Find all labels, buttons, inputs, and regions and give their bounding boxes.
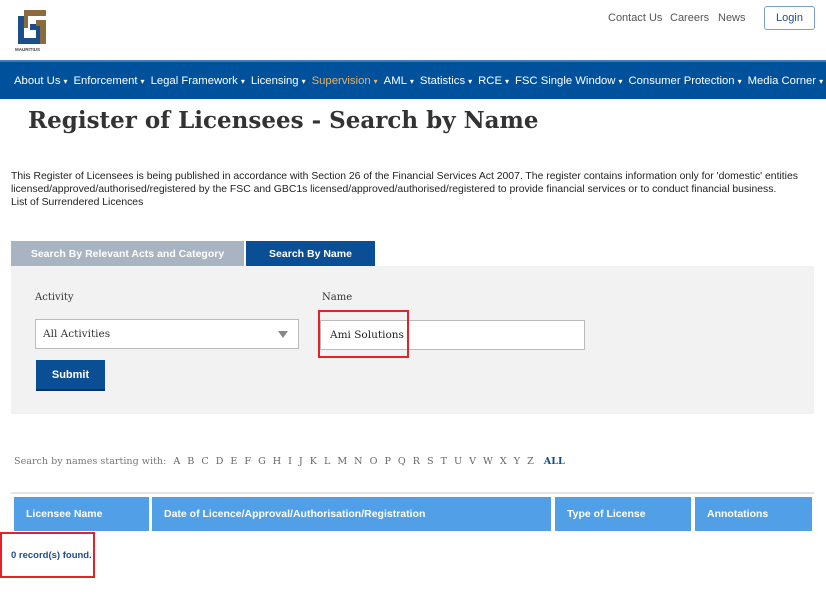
- letter-link[interactable]: M: [337, 456, 347, 467]
- letter-link[interactable]: T: [441, 456, 447, 467]
- tab-search-by-name[interactable]: Search By Name: [246, 241, 375, 267]
- intro-line: licensed/approved/authorised/registered …: [11, 184, 777, 195]
- letter-link[interactable]: W: [483, 456, 493, 467]
- letter-link[interactable]: Q: [398, 456, 406, 467]
- nav-label: Media Corner: [747, 74, 817, 87]
- nav-label: Licensing: [250, 74, 299, 87]
- fsc-logo[interactable]: MAURITIUS: [14, 6, 50, 52]
- letter-link[interactable]: Y: [514, 456, 520, 467]
- name-label: Name: [322, 292, 353, 303]
- letter-link[interactable]: P: [384, 456, 390, 467]
- nav-label: Supervision: [311, 74, 371, 87]
- nav-item-statistics[interactable]: Statistics ▾: [420, 75, 472, 87]
- divider: [11, 492, 814, 494]
- caret-down-icon: ▾: [504, 76, 509, 86]
- letter-link[interactable]: F: [244, 456, 251, 467]
- page-title: Register of Licensees - Search by Name: [28, 107, 539, 134]
- col-licensee-name[interactable]: Licensee Name: [14, 497, 149, 531]
- nav-item-rce[interactable]: RCE ▾: [478, 75, 509, 87]
- letter-link[interactable]: C: [201, 456, 208, 467]
- caret-down-icon: ▾: [240, 76, 245, 86]
- careers-link[interactable]: Careers: [670, 12, 709, 24]
- nav-item-legal-framework[interactable]: Legal Framework ▾: [151, 75, 245, 87]
- letter-link[interactable]: J: [299, 456, 303, 467]
- nav-label: Enforcement: [73, 74, 138, 87]
- activity-value: All Activities: [43, 328, 111, 340]
- caret-down-icon: ▾: [737, 76, 742, 86]
- caret-down-icon: ▾: [140, 76, 145, 86]
- letter-link[interactable]: K: [310, 456, 317, 467]
- letter-link[interactable]: R: [413, 456, 420, 467]
- letter-link[interactable]: Z: [527, 456, 534, 467]
- caret-down-icon: ▾: [63, 76, 68, 86]
- letter-link[interactable]: S: [427, 456, 434, 467]
- all-link[interactable]: ALL: [544, 456, 565, 467]
- letter-link[interactable]: O: [370, 456, 378, 467]
- nav-label: AML: [383, 74, 407, 87]
- letter-link[interactable]: A: [173, 456, 180, 467]
- letter-link[interactable]: H: [273, 456, 281, 467]
- login-button[interactable]: Login: [764, 6, 815, 30]
- alphabet-label: Search by names starting with:: [14, 456, 167, 467]
- nav-label: FSC Single Window: [515, 74, 616, 87]
- letter-link[interactable]: I: [288, 456, 292, 467]
- nav-label: Legal Framework: [150, 74, 238, 87]
- letter-link[interactable]: V: [469, 456, 476, 467]
- tab-search-by-acts[interactable]: Search By Relevant Acts and Category: [11, 241, 244, 267]
- surrendered-licences-link[interactable]: List of Surrendered Licences: [11, 196, 821, 209]
- caret-down-icon: ▾: [468, 76, 473, 86]
- letter-link[interactable]: X: [500, 456, 507, 467]
- caret-down-icon: ▾: [819, 76, 824, 86]
- svg-text:MAURITIUS: MAURITIUS: [15, 47, 40, 52]
- col-type[interactable]: Type of License: [555, 497, 691, 531]
- letter-link[interactable]: G: [258, 456, 266, 467]
- nav-label: Consumer Protection: [628, 74, 735, 87]
- letter-link[interactable]: D: [216, 456, 224, 467]
- highlight-box: [0, 532, 95, 578]
- nav-label: RCE: [478, 74, 502, 87]
- caret-down-icon: ▾: [301, 76, 306, 86]
- nav-label: Statistics: [419, 74, 466, 87]
- letter-link[interactable]: U: [454, 456, 462, 467]
- caret-down-icon: ▾: [373, 76, 378, 86]
- nav-item-media-corner[interactable]: Media Corner ▾: [748, 75, 823, 87]
- nav-item-aml[interactable]: AML ▾: [384, 75, 414, 87]
- nav-item-fsc-single-window[interactable]: FSC Single Window ▾: [515, 75, 622, 87]
- contact-us-link[interactable]: Contact Us: [608, 12, 662, 24]
- nav-item-supervision[interactable]: Supervision ▾: [312, 75, 378, 87]
- highlight-box: [318, 310, 409, 358]
- nav-label: About Us: [14, 74, 61, 87]
- nav-item-consumer-protection[interactable]: Consumer Protection ▾: [628, 75, 741, 87]
- activity-label: Activity: [35, 292, 74, 303]
- submit-button[interactable]: Submit: [36, 360, 105, 391]
- letter-link[interactable]: B: [187, 456, 194, 467]
- letter-link[interactable]: N: [354, 456, 362, 467]
- alphabet-filter: Search by names starting with: ABCDEFGHI…: [14, 456, 565, 467]
- caret-down-icon: ▾: [409, 76, 414, 86]
- intro-text: This Register of Licensees is being publ…: [11, 170, 821, 209]
- news-link[interactable]: News: [718, 12, 746, 24]
- activity-select[interactable]: All Activities: [35, 319, 299, 349]
- nav-item-about-us[interactable]: About Us ▾: [14, 75, 67, 87]
- dropdown-arrow-icon: [278, 331, 288, 338]
- letter-link[interactable]: E: [230, 456, 237, 467]
- col-annotations[interactable]: Annotations: [695, 497, 812, 531]
- main-nav: About Us ▾ Enforcement ▾ Legal Framework ▾ Lic…: [0, 60, 826, 99]
- letter-link[interactable]: L: [324, 456, 330, 467]
- intro-line: This Register of Licensees is being publ…: [11, 171, 798, 182]
- caret-down-icon: ▾: [618, 76, 623, 86]
- nav-item-licensing[interactable]: Licensing ▾: [251, 75, 306, 87]
- nav-item-enforcement[interactable]: Enforcement ▾: [73, 75, 144, 87]
- col-date[interactable]: Date of Licence/Approval/Authorisation/R…: [152, 497, 551, 531]
